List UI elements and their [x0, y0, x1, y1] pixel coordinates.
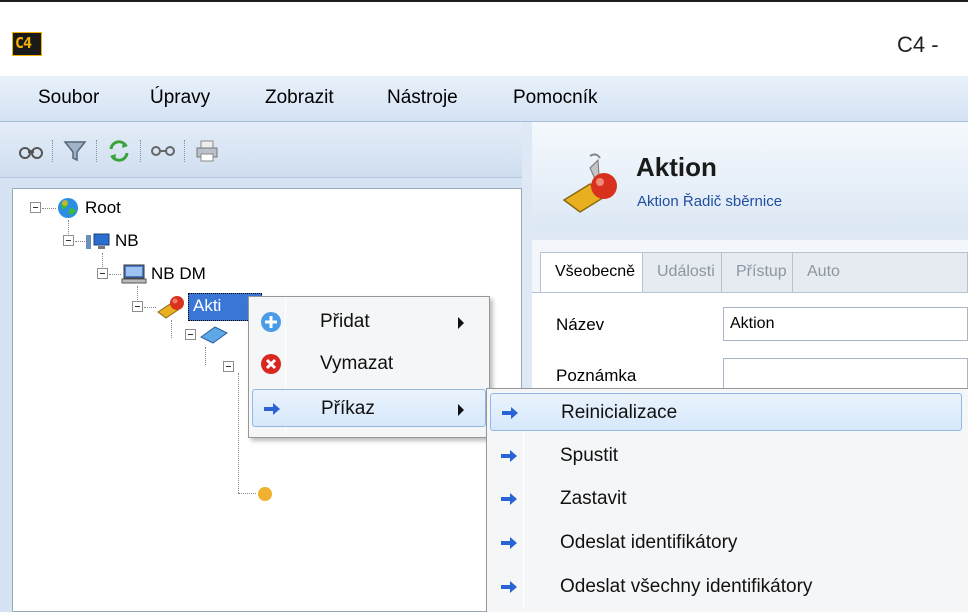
tree-line [42, 208, 56, 209]
menu-soubor[interactable]: Soubor [38, 87, 99, 109]
menu-nastroje[interactable]: Nástroje [387, 87, 458, 109]
add-icon [261, 312, 281, 332]
menu-item-label: Přidat [320, 311, 370, 332]
tree-line [238, 493, 256, 494]
toolbar-separator [52, 140, 54, 162]
tab-vseobecne[interactable]: Všeobecně [540, 252, 649, 292]
tree-expander[interactable] [185, 329, 196, 340]
menu-item-label: Odeslat identifikátory [560, 532, 738, 553]
context-menu: Přidat Vymazat Příkaz [248, 296, 490, 438]
menu-item-vymazat[interactable]: Vymazat [252, 345, 486, 383]
bus-device-icon [200, 326, 228, 344]
detail-subtitle: Aktion Řadič sběrnice [637, 193, 783, 210]
arrow-right-icon [502, 407, 518, 419]
tab-auto[interactable]: Auto [792, 252, 968, 292]
print-icon[interactable] [194, 138, 220, 164]
name-field[interactable]: Aktion [723, 307, 968, 341]
menu-pomocnik[interactable]: Pomocník [513, 87, 597, 109]
arrow-right-icon [264, 403, 280, 415]
tree-line [109, 274, 121, 275]
tree-expander[interactable] [223, 361, 234, 372]
tab-udalosti[interactable]: Události [642, 252, 728, 292]
menu-item-label: Příkaz [321, 398, 375, 419]
menu-item-odeslat-vsechny-identifikatory[interactable]: Odeslat všechny identifikátory [490, 568, 962, 606]
tree-node-aktion[interactable]: Akti [193, 296, 221, 316]
app-logo-icon: C4 [12, 32, 42, 56]
tree-toolbar [0, 122, 522, 178]
tree-node-root[interactable]: Root [85, 198, 121, 218]
menu-item-zastavit[interactable]: Zastavit [490, 480, 962, 518]
tree-line [238, 373, 239, 493]
detail-title: Aktion [636, 152, 717, 182]
network-icon [86, 233, 110, 249]
toolbar-separator [184, 140, 186, 162]
title-bar: C4 C4 - [0, 0, 968, 76]
menu-item-label: Reinicializace [561, 402, 678, 423]
tab-pristup[interactable]: Přístup [721, 252, 800, 292]
tree-line [75, 241, 85, 242]
menu-item-label: Spustit [560, 445, 619, 466]
tree-expander[interactable] [63, 235, 74, 246]
tree-line [144, 307, 156, 308]
arrow-right-icon [501, 493, 517, 505]
menu-item-reinicializace[interactable]: Reinicializace [490, 393, 962, 431]
tree-expander[interactable] [97, 268, 108, 279]
detail-header: Aktion Aktion Řadič sběrnice [532, 122, 968, 230]
submenu-arrow-icon [458, 317, 464, 329]
arrow-right-icon [501, 537, 517, 549]
note-label: Poznámka [556, 366, 637, 385]
tree-line [205, 347, 206, 365]
menu-item-prikaz[interactable]: Příkaz [252, 389, 486, 427]
aktion-icon [157, 296, 184, 319]
menu-item-pridat[interactable]: Přidat [252, 303, 486, 341]
tree-node-nb-dm[interactable]: NB DM [151, 264, 206, 284]
tree-line [171, 320, 172, 338]
window-title: C4 - [897, 32, 939, 57]
computer-icon [121, 264, 147, 284]
menu-item-odeslat-identifikatory[interactable]: Odeslat identifikátory [490, 524, 962, 562]
command-submenu: Reinicializace Spustit Zastavit Odeslat … [486, 388, 968, 612]
menu-upravy[interactable]: Úpravy [150, 87, 210, 109]
menu-item-spustit[interactable]: Spustit [490, 437, 962, 475]
tree-node-nb[interactable]: NB [115, 231, 139, 251]
menu-bar: Soubor Úpravy Zobrazit Nástroje Pomocník [0, 76, 968, 122]
delete-icon [261, 354, 281, 374]
arrow-right-icon [501, 450, 517, 462]
menu-item-label: Zastavit [560, 488, 627, 509]
submenu-arrow-icon [458, 404, 464, 416]
tree-expander[interactable] [30, 202, 41, 213]
device-icon [258, 487, 272, 501]
arrow-right-icon [501, 581, 517, 593]
toolbar-separator [140, 140, 142, 162]
globe-icon [58, 198, 78, 218]
toolbar-separator [96, 140, 98, 162]
name-label: Název [556, 315, 605, 334]
refresh-icon[interactable] [106, 138, 132, 164]
menu-item-label: Odeslat všechny identifikátory [560, 576, 813, 597]
menu-item-label: Vymazat [320, 353, 394, 374]
tree-expander[interactable] [132, 301, 143, 312]
aktion-large-icon [562, 153, 617, 213]
binoculars-icon[interactable] [18, 138, 44, 164]
filter-icon[interactable] [62, 138, 88, 164]
menu-zobrazit[interactable]: Zobrazit [265, 87, 334, 109]
connect-icon[interactable] [150, 138, 176, 164]
